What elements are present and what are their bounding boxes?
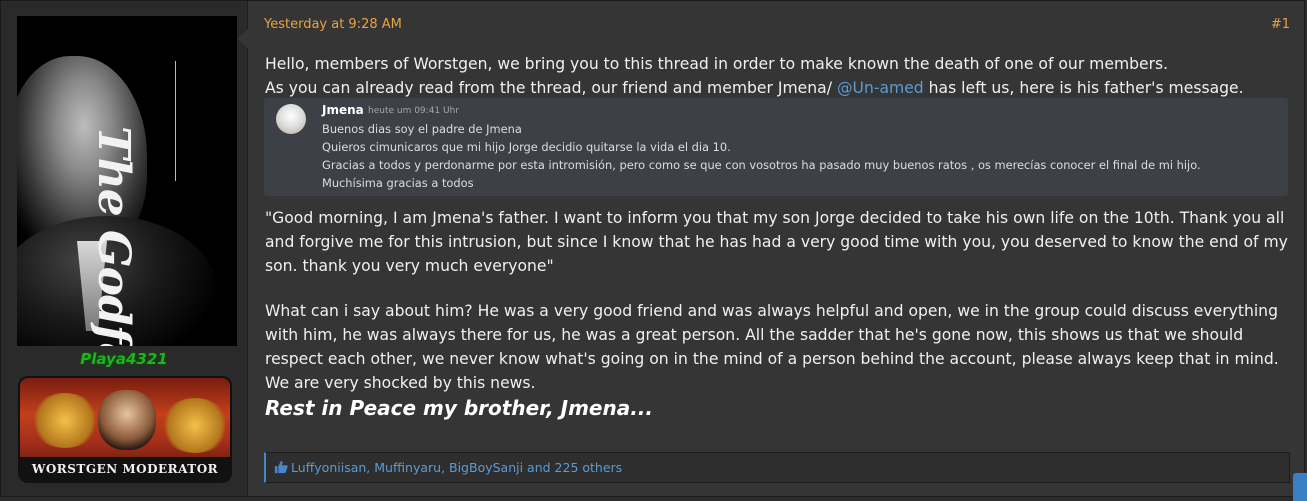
post-number[interactable]: #1	[1271, 17, 1290, 32]
user-avatar[interactable]: The Godfather	[17, 16, 237, 346]
thumbs-up-icon	[274, 460, 288, 474]
intro-line-1: Hello, members of Worstgen, we bring you…	[265, 55, 1169, 73]
quote-message: Buenos dias soy el padre de Jmena Quiero…	[322, 120, 1201, 192]
quote-line: Gracias a todos y perdonarme por esta in…	[322, 158, 1201, 172]
scroll-to-top-icon[interactable]	[1293, 473, 1307, 501]
embedded-message-screenshot: Jmena heute um 09:41 Uhr Buenos dias soy…	[264, 98, 1288, 196]
banner-character	[98, 390, 156, 450]
banner-art-left	[30, 393, 100, 448]
user-mention-link[interactable]: @Un-amed	[837, 79, 924, 97]
banner-label: WORSTGEN MODERATOR	[20, 457, 230, 481]
intro-line-2: As you can already read from the thread,…	[265, 76, 1295, 100]
banner-art-right	[160, 398, 230, 453]
reactions-bar: Luffyoniisan, Muffinyaru, BigBoySanji an…	[264, 452, 1290, 483]
quote-line: Muchísima gracias a todos	[322, 176, 474, 190]
user-panel: The Godfather Playa4321 WORSTGEN MODERAT…	[1, 1, 248, 496]
post-timestamp[interactable]: Yesterday at 9:28 AM	[264, 17, 402, 32]
intro-line-2-end: has left us, here is his father's messag…	[923, 79, 1244, 97]
post-intro: Hello, members of Worstgen, we bring you…	[265, 52, 1295, 100]
translation-paragraph: "Good morning, I am Jmena's father. I wa…	[265, 209, 1288, 275]
username[interactable]: Playa4321	[1, 350, 247, 368]
reactions-list-link[interactable]: Luffyoniisan, Muffinyaru, BigBoySanji an…	[291, 460, 622, 475]
forum-post: The Godfather Playa4321 WORSTGEN MODERAT…	[0, 0, 1305, 497]
quote-author-avatar	[276, 104, 306, 134]
quote-line: Quieros cimunicaros que mi hijo Jorge de…	[322, 140, 731, 154]
intro-line-2-start: As you can already read from the thread,…	[265, 79, 837, 97]
post-content: Yesterday at 9:28 AM #1 Hello, members o…	[248, 1, 1304, 496]
tribute-paragraph: What can i say about him? He was a very …	[265, 302, 1279, 392]
quote-line: Buenos dias soy el padre de Jmena	[322, 122, 522, 136]
avatar-title-art: The Godfather	[88, 126, 139, 346]
closing-line: Rest in Peace my brother, Jmena...	[265, 396, 653, 420]
avatar-puppet-strings	[175, 61, 216, 181]
quote-author-name: Jmena	[322, 103, 364, 117]
user-banner: WORSTGEN MODERATOR	[18, 376, 232, 483]
post-pointer-arrow	[237, 29, 248, 49]
quote-timestamp: heute um 09:41 Uhr	[368, 106, 459, 116]
